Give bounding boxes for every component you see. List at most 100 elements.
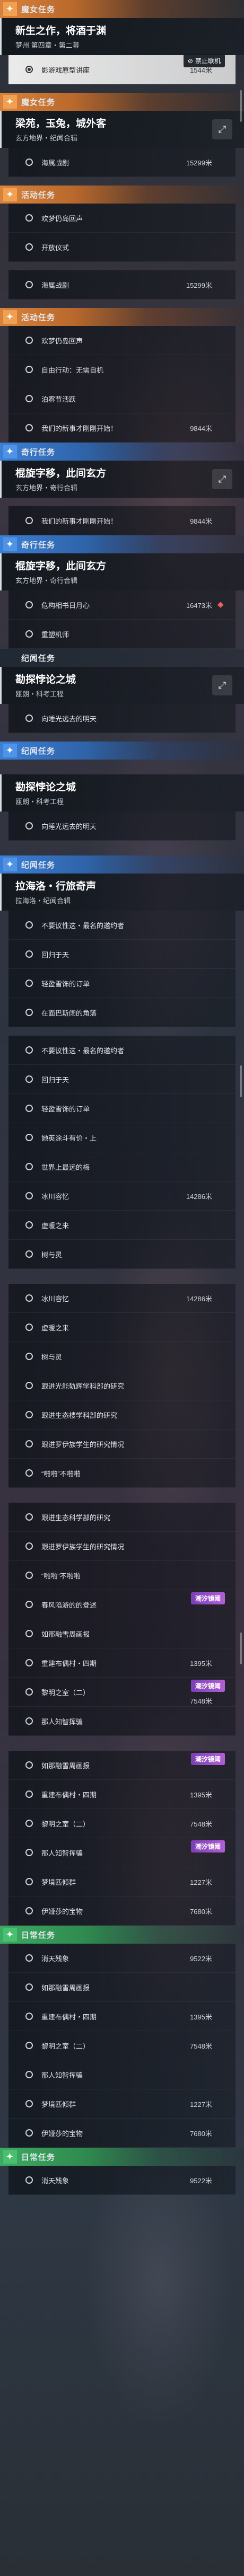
- quest-title-card[interactable]: 棍旋字移，此间玄方 玄方地界・奇行合辑 ⤢: [0, 461, 244, 498]
- quest-category-header[interactable]: ✦ 纪闻任务: [0, 742, 244, 760]
- quest-title-card[interactable]: 拉海洛・行旅奇声 拉海洛・纪闻合辑: [0, 874, 244, 911]
- quest-category-header[interactable]: ✦ 奇行任务: [0, 535, 244, 553]
- quest-step-row[interactable]: 开放仪式: [8, 233, 236, 262]
- quest-category-header[interactable]: ✦ 活动任务: [0, 186, 244, 204]
- quest-step-row[interactable]: 梦境匹倾群 1227米: [8, 2089, 236, 2119]
- quest-step-row[interactable]: 向睡光远去的明天: [8, 811, 236, 841]
- quest-step-row[interactable]: 自由行动：无需自机: [8, 355, 236, 384]
- quest-title: 棍旋字移，此间玄方: [15, 468, 107, 479]
- quest-step-row[interactable]: 冰川容忆 14286米: [8, 1284, 236, 1313]
- quest-step-row[interactable]: 春风陷游的的登述 潮汐镜阈: [8, 1590, 236, 1619]
- quest-title-card[interactable]: 勘探悖论之城 瓯朗・科考工程: [0, 774, 244, 811]
- quest-step-row[interactable]: 如那融雪周画报 潮汐镜阈: [8, 1751, 236, 1780]
- quest-category-header[interactable]: ✦ 日常任务: [0, 1926, 244, 1944]
- quest-step-row[interactable]: 黎明之室（二） 7548米 潮汐镜阈: [8, 1678, 236, 1707]
- step-status-icon: [25, 1192, 33, 1199]
- quest-step-row[interactable]: 梦境匹倾群 1227米: [8, 1867, 236, 1896]
- step-status-icon: [25, 1983, 33, 1991]
- quest-step-row[interactable]: 消天残象 9522米: [8, 2166, 236, 2195]
- quest-category-header[interactable]: ✦ 魔女任务: [0, 93, 244, 111]
- pin-icon[interactable]: ⤢: [212, 675, 232, 695]
- quest-step-row[interactable]: 伊娅莎的宝物 7680米: [8, 2119, 236, 2148]
- step-status-icon: [25, 1324, 33, 1331]
- quest-step-row[interactable]: 向睡光远去的明天: [8, 704, 236, 733]
- quest-step-row[interactable]: 在面巴斯阔的角落: [8, 998, 236, 1027]
- step-status-icon: [25, 1294, 33, 1302]
- quest-step-row[interactable]: 欢梦仍岛回声: [8, 326, 236, 355]
- quest-step-row[interactable]: 伊娅莎的宝物 7680米: [8, 1896, 236, 1926]
- quest-step-row[interactable]: 影游戏原型讲座 1544米 ⊘ 禁止联机: [8, 54, 236, 84]
- quest-step-row[interactable]: 危构相书日月心 16473米 ◆: [8, 590, 236, 620]
- quest-category-header[interactable]: ✦ 活动任务: [0, 308, 244, 326]
- quest-subtitle: 玄方地界・奇行合辑: [15, 577, 78, 585]
- step-status-icon: [25, 950, 33, 958]
- quest-step-row[interactable]: 如那融雪周画报: [8, 1973, 236, 2002]
- quest-step-row[interactable]: 黎明之室（二） 7548米: [8, 2031, 236, 2060]
- step-status-icon: [25, 1163, 33, 1170]
- quest-category-header[interactable]: 纪闻任务: [0, 649, 244, 667]
- quest-step-row[interactable]: 欢梦仍岛回声: [8, 204, 236, 233]
- scrollbar[interactable]: [240, 90, 242, 122]
- quest-step-row[interactable]: 世界上最远的梅: [8, 1152, 236, 1181]
- quest-step-row[interactable]: 不要议性这・最名的邀约者: [8, 911, 236, 940]
- quest-step-row[interactable]: 轻盈雪饰的订单: [8, 1094, 236, 1123]
- pin-icon[interactable]: ⤢: [212, 469, 232, 489]
- quest-step-row[interactable]: 黎明之室（二） 7548米: [8, 1809, 236, 1838]
- quest-step-row[interactable]: 跟进罗伊族学生的研究情况: [8, 1532, 236, 1561]
- step-label: 跟进罗伊族学生的研究情况: [41, 1542, 125, 1551]
- category-label: 魔女任务: [21, 5, 56, 14]
- pin-icon[interactable]: ⤢: [212, 119, 232, 139]
- quest-step-row[interactable]: 虚暖之来: [8, 1211, 236, 1240]
- quest-step-row[interactable]: 我们的新事才刚刚开始！ 9844米: [8, 413, 236, 443]
- quest-category-header[interactable]: ✦ 日常任务: [0, 2148, 244, 2166]
- scrollbar[interactable]: [240, 1065, 242, 1097]
- quest-step-row[interactable]: 跟进罗伊族学生的研究情况: [8, 1430, 236, 1459]
- quest-title-card[interactable]: 棍旋字移，此间玄方 玄方地界・奇行合辑: [0, 553, 244, 590]
- quest-step-row[interactable]: 不要议性这・最名的邀约者: [8, 1036, 236, 1065]
- quest-step-row[interactable]: 虚暖之来: [8, 1313, 236, 1342]
- step-label: 跟进罗伊族学生的研究情况: [41, 1440, 125, 1449]
- step-label: 海属战剧: [41, 158, 69, 167]
- quest-step-row[interactable]: “啪啪”不啪啪: [8, 1459, 236, 1488]
- quest-subtitle: 玄方地界・奇行合辑: [15, 484, 78, 492]
- quest-step-row[interactable]: 她英涂斗有价・上: [8, 1123, 236, 1152]
- category-label: 活动任务: [21, 190, 56, 200]
- quest-step-row[interactable]: 树与灵: [8, 1240, 236, 1269]
- quest-category-header[interactable]: ✦ 纪闻任务: [0, 855, 244, 874]
- quest-step-row[interactable]: 跟进光能轨辉学科部的研究: [8, 1371, 236, 1400]
- quest-step-row[interactable]: 重建布偶村・四期 1395米: [8, 1780, 236, 1809]
- quest-category-header[interactable]: ✦ 奇行任务: [0, 443, 244, 461]
- quest-category-header[interactable]: ✦ 魔女任务: [0, 0, 244, 18]
- quest-step-row[interactable]: 重塑机师: [8, 620, 236, 649]
- quest-step-row[interactable]: 海属战剧 15299米: [8, 148, 236, 177]
- quest-title-card[interactable]: 梁苑，玉兔，城外客 玄方地界・纪闻合辑 ⤢: [0, 111, 244, 148]
- quest-step-row[interactable]: 那人知智挥骗: [8, 1707, 236, 1736]
- quest-step-row[interactable]: 回归于天: [8, 1065, 236, 1094]
- quest-step-row[interactable]: 轻盈雪饰的订单: [8, 969, 236, 998]
- quest-step-row[interactable]: 海属战剧 15299米: [8, 270, 236, 299]
- category-label: 奇行任务: [21, 540, 56, 550]
- quest-step-row[interactable]: 重建布偶村・四期 1395米: [8, 1648, 236, 1678]
- quest-step-row[interactable]: 重建布偶村・四期 1395米: [8, 2002, 236, 2031]
- quest-step-row[interactable]: 消天残象 9522米: [8, 1944, 236, 1973]
- quest-step-row[interactable]: 泊雾节活跃: [8, 384, 236, 413]
- quest-step-row[interactable]: 树与灵: [8, 1342, 236, 1371]
- step-status-icon: [25, 1382, 33, 1389]
- distance-label: 7548米: [190, 1697, 212, 1705]
- quest-step-row[interactable]: 如那融雪周画报: [8, 1619, 236, 1648]
- quest-step-row[interactable]: 我们的新事才刚刚开始！ 9844米: [8, 506, 236, 535]
- location-pin-icon[interactable]: ◆: [217, 600, 225, 610]
- quest-title-card[interactable]: 新生之作，将酒于渊 梦州 第四章・第二幕: [0, 18, 244, 55]
- quest-step-row[interactable]: 跟进生态楼学科部的研究: [8, 1400, 236, 1430]
- quest-step-row[interactable]: 回归于天: [8, 940, 236, 969]
- quest-step-row[interactable]: 那人知智挥骗 潮汐镜阈: [8, 1838, 236, 1867]
- scrollbar[interactable]: [240, 1633, 242, 1664]
- quest-title-card[interactable]: 勘探悖论之城 瓯朗・科考工程 ⤢: [0, 667, 244, 704]
- step-label: 黎明之室（二）: [41, 1820, 90, 1828]
- quest-step-row[interactable]: 跟进生态科学部的研究: [8, 1503, 236, 1532]
- quest-step-row[interactable]: 冰川容忆 14286米: [8, 1181, 236, 1211]
- step-status-icon: [25, 214, 33, 222]
- step-status-icon: [25, 158, 33, 166]
- quest-step-row[interactable]: 那人知智挥骗: [8, 2060, 236, 2089]
- quest-step-row[interactable]: “啪啪”不啪啪: [8, 1561, 236, 1590]
